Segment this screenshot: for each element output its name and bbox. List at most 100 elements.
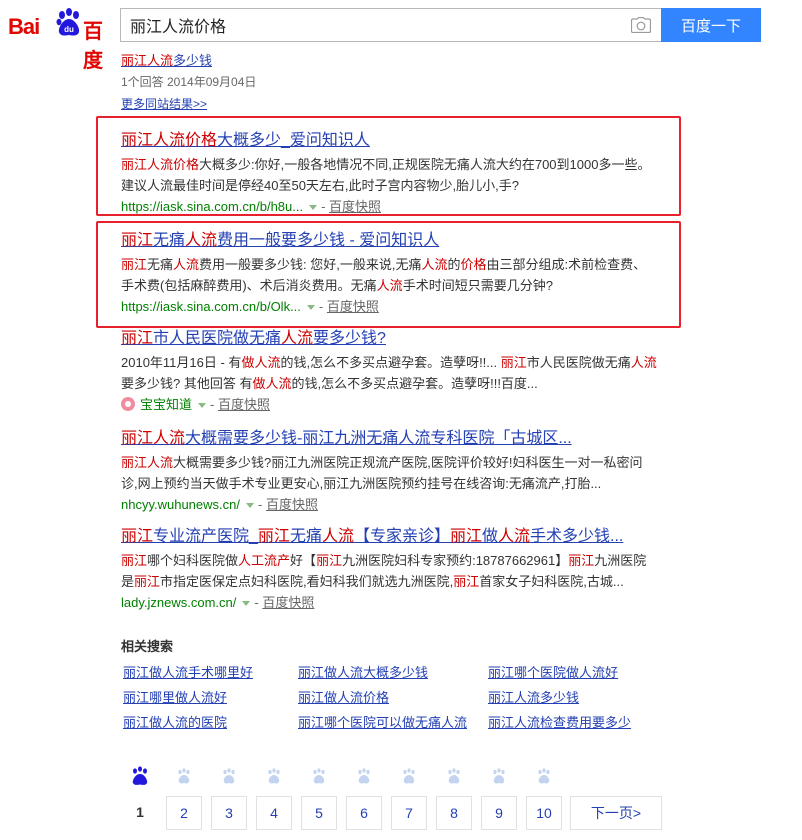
title-text: 大概需要多少钱-丽江九洲无痛人流专科医院「古城区... (185, 430, 572, 447)
cache-link[interactable]: 百度快照 (262, 595, 314, 610)
page-number[interactable]: 2 (166, 796, 202, 830)
dropdown-arrow-icon[interactable] (242, 600, 251, 606)
result-url[interactable]: nhcyy.wuhunews.cn/ (121, 497, 240, 512)
result-url[interactable]: https://iask.sina.com.cn/b/Olk... (121, 299, 301, 314)
page-link[interactable]: 9 (481, 766, 517, 830)
paw-icon (313, 768, 325, 784)
abs-text: 九洲医院妇科专家预约:18787662961】 (342, 553, 569, 568)
abs-highlight: 人流 (421, 257, 448, 272)
page-number[interactable]: 9 (481, 796, 517, 830)
result-url[interactable]: https://iask.sina.com.cn/b/h8u... (121, 199, 303, 214)
page-link[interactable]: 6 (346, 766, 382, 830)
abs-highlight: 丽江 (316, 553, 343, 568)
camera-icon[interactable] (631, 17, 651, 33)
result-title-link[interactable]: 丽江市人民医院做无痛人流要多少钱? (121, 328, 681, 350)
search-result: 丽江专业流产医院_丽江无痛人流【专家亲诊】丽江做人流手术多少钱... 丽江哪个妇… (121, 526, 681, 613)
title-highlight: 丽江人流价格 (121, 132, 218, 149)
page-number[interactable]: 8 (436, 796, 472, 830)
result-title-link[interactable]: 丽江人流价格大概多少_爱问知识人 (121, 130, 681, 152)
related-link[interactable]: 丽江人流检查费用要多少 (488, 714, 631, 732)
abs-text: 建议人流最佳时间是停经40至50天左右,此时子宫内容物少,胎儿小,手? (121, 178, 519, 193)
more-site-results-link[interactable]: 更多同站结果>> (121, 95, 256, 113)
related-link[interactable]: 丽江做人流的医院 (123, 714, 227, 732)
result-url-line: https://iask.sina.com.cn/b/h8u... - 百度快照 (121, 199, 382, 214)
page-link[interactable]: 2 (166, 766, 202, 830)
page-link[interactable]: 10 (526, 766, 562, 830)
cache-link[interactable]: 百度快照 (266, 497, 318, 512)
cache-link[interactable]: 百度快照 (218, 397, 270, 412)
title-highlight: 丽江 (121, 330, 154, 347)
dropdown-arrow-icon[interactable] (198, 402, 207, 408)
abs-highlight: 丽江 (568, 553, 595, 568)
baidu-logo[interactable]: Bai du 百度 (8, 6, 114, 72)
page-link[interactable]: 3 (211, 766, 247, 830)
abs-text: 首家女子妇科医院,古城... (479, 574, 624, 589)
related-link[interactable]: 丽江哪个医院做人流好 (488, 664, 618, 682)
next-page-button[interactable]: 下一页> (570, 796, 662, 830)
abs-text: 手术费(包括麻醉费用)、术后消炎费用。无痛 (121, 278, 377, 293)
search-box (120, 8, 661, 42)
related-link[interactable]: 丽江哪里做人流好 (123, 689, 227, 707)
related-link[interactable]: 丽江做人流手术哪里好 (123, 664, 253, 682)
paw-icon (358, 768, 370, 784)
related-link[interactable]: 丽江人流多少钱 (488, 689, 579, 707)
result-title-link[interactable]: 丽江人流大概需要多少钱-丽江九洲无痛人流专科医院「古城区... (121, 428, 681, 450)
page-link[interactable]: 5 (301, 766, 337, 830)
page-number[interactable]: 3 (211, 796, 247, 830)
paw-icon (493, 768, 505, 784)
page-link[interactable]: 4 (256, 766, 292, 830)
page-number[interactable]: 6 (346, 796, 382, 830)
logo-text-cn: 百度 (83, 21, 103, 72)
title-highlight: 人流 (498, 528, 531, 545)
abs-highlight: 人工流产 (238, 553, 291, 568)
page-number[interactable]: 5 (301, 796, 337, 830)
dropdown-arrow-icon[interactable] (306, 304, 315, 310)
result-url[interactable]: lady.jznews.com.cn/ (121, 595, 236, 610)
search-header: Bai du 百度 百度一下 (0, 0, 802, 72)
snippet-link[interactable]: 丽江人流多少钱 (121, 52, 256, 70)
title-text: 无痛 (289, 528, 322, 545)
paw-icon (132, 766, 148, 785)
abs-text: 九洲医院 (594, 553, 647, 568)
result-abstract: 丽江人流价格大概多少:你好,一般各地情况不同,正规医院无痛人流大约在700到10… (121, 154, 681, 196)
search-button[interactable]: 百度一下 (661, 8, 761, 42)
related-searches-title: 相关搜索 (121, 639, 174, 654)
result-source[interactable]: 宝宝知道 (140, 397, 192, 412)
related-link[interactable]: 丽江哪个医院可以做无痛人流 (298, 714, 467, 732)
related-link[interactable]: 丽江做人流大概多少钱 (298, 664, 428, 682)
title-text: 【专家亲诊】 (353, 528, 450, 545)
page-link[interactable]: 8 (436, 766, 472, 830)
page-current: 1 (122, 766, 158, 830)
search-input[interactable] (121, 9, 621, 41)
paw-icon (268, 768, 280, 784)
page-number[interactable]: 4 (256, 796, 292, 830)
logo-paw-icon: du (56, 8, 80, 36)
page-number[interactable]: 7 (391, 796, 427, 830)
abs-text: 的钱,怎么不多买点避孕套。造孽呀!!... (280, 355, 501, 370)
paw-icon (178, 768, 190, 784)
result-title-link[interactable]: 丽江无痛人流费用一般要多少钱 - 爱问知识人 (121, 230, 681, 252)
dropdown-arrow-icon[interactable] (309, 204, 318, 210)
title-text: 市人民医院做无痛 (153, 330, 282, 347)
result-title-link[interactable]: 丽江专业流产医院_丽江无痛人流【专家亲诊】丽江做人流手术多少钱... (121, 526, 681, 548)
result-abstract: 2010年11月16日 - 有做人流的钱,怎么不多买点避孕套。造孽呀!!... … (121, 352, 681, 394)
dropdown-arrow-icon[interactable] (246, 502, 254, 508)
cache-link[interactable]: 百度快照 (329, 199, 381, 214)
paw-icon (223, 768, 235, 784)
result-abstract: 丽江人流大概需要多少钱?丽江九洲医院正规流产医院,医院评价较好!妇科医生一对一私… (121, 452, 681, 494)
title-highlight: 丽江 (257, 528, 290, 545)
cache-link[interactable]: 百度快照 (327, 299, 379, 314)
abs-text: 是 (121, 574, 135, 589)
title-highlight: 丽江人流 (121, 430, 186, 447)
related-link[interactable]: 丽江做人流价格 (298, 689, 389, 707)
abs-highlight: 做人流 (241, 355, 281, 370)
abs-text: 市指定医保定点妇科医院,看妇科我们就选九洲医院, (160, 574, 454, 589)
abs-highlight: 价格 (460, 257, 487, 272)
title-highlight: 人流 (281, 330, 314, 347)
title-text: 大概多少_爱问知识人 (217, 132, 370, 149)
page-number[interactable]: 10 (526, 796, 562, 830)
page-link[interactable]: 7 (391, 766, 427, 830)
abs-text: 费用一般要多少钱: 您好,一般来说,无痛 (199, 257, 422, 272)
title-text: 专业流产医院_ (153, 528, 258, 545)
abs-highlight: 丽江 (121, 553, 148, 568)
